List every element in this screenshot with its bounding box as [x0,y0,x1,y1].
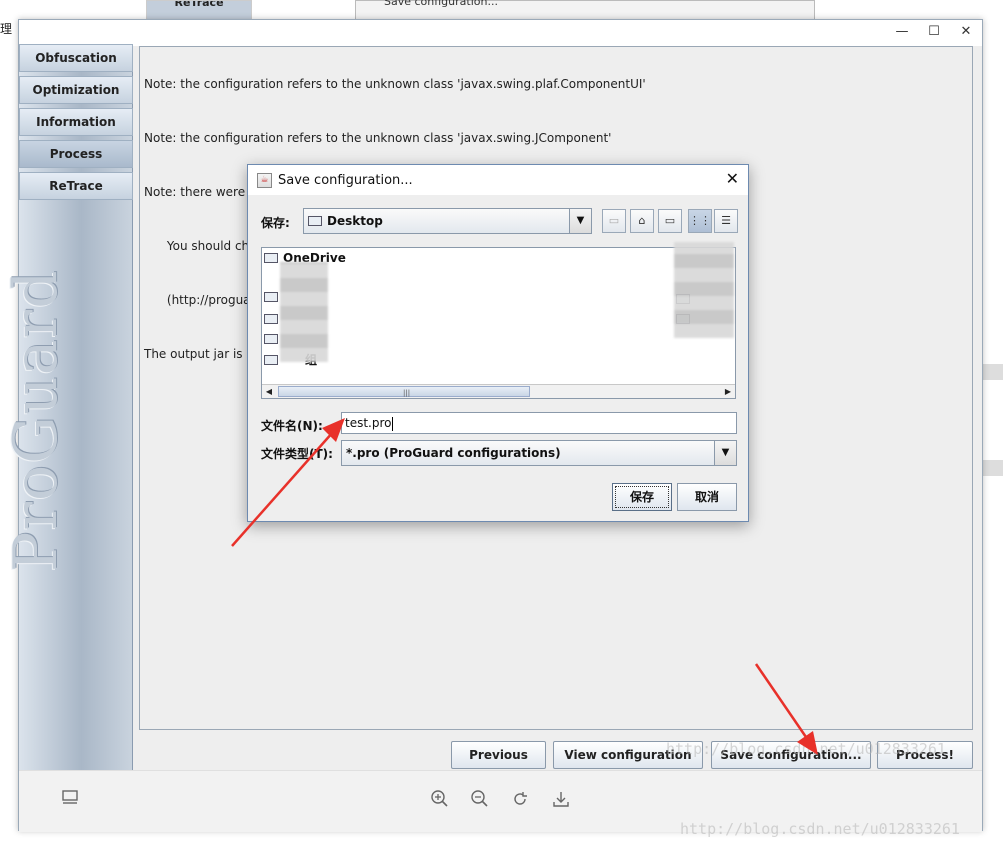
folder-icon [264,354,278,365]
nav-process[interactable]: Process [19,140,133,168]
up-folder-icon[interactable]: ▭ [602,209,626,233]
folder-icon [264,291,278,302]
cancel-button[interactable]: 取消 [677,483,737,511]
location-value: Desktop [327,214,383,228]
filetype-value: *.pro (ProGuard configurations) [346,446,561,460]
folder-icon [264,252,278,263]
background-scroll-fragment [983,364,1003,380]
filename-label: 文件名(N): [261,419,323,433]
details-view-icon[interactable]: ☰ [714,209,738,233]
previous-button[interactable]: Previous [451,741,546,769]
filename-value: test.pro [345,416,392,430]
new-folder-icon[interactable]: ▭ [658,209,682,233]
save-button[interactable]: 保存 [612,483,672,511]
proguard-logo: ProGuard [1,269,71,572]
folder-icon [264,333,278,344]
background-scroll-fragment [983,460,1003,476]
save-dialog: ☕ Save configuration... ✕ 保存: Desktop ▼ … [247,164,749,522]
horizontal-scrollbar[interactable]: ◀ ||| ▶ [262,384,735,398]
dialog-title: Save configuration... [278,173,413,188]
watermark: http://blog.csdn.net/u012833261 [680,820,960,838]
nav-optimization[interactable]: Optimization [19,76,133,104]
zoom-in-icon[interactable] [429,789,451,811]
download-icon[interactable] [550,789,572,811]
close-button[interactable]: ✕ [951,24,981,42]
watermark: http://blog.csdn.net/u012833261 [666,740,946,758]
maximize-button[interactable]: ☐ [919,24,949,42]
sidebar: Obfuscation Optimization Information Pro… [1,44,133,770]
home-icon[interactable]: ⌂ [630,209,654,233]
location-combo[interactable]: Desktop ▼ [303,208,592,234]
filetype-label: 文件类型(T): [261,447,333,461]
minimize-button[interactable]: — [887,24,917,42]
dialog-close-button[interactable]: ✕ [726,169,739,188]
nav-retrace[interactable]: ReTrace [19,172,133,200]
log-line: Note: the configuration refers to the un… [144,131,612,145]
save-in-label: 保存: [261,216,290,230]
filename-input[interactable]: test.pro [341,412,737,434]
log-line: Note: the configuration refers to the un… [144,77,646,91]
folder-icon [308,215,322,226]
file-list[interactable]: OneDrive 组 ◀ ||| ▶ [261,242,736,399]
rotate-icon[interactable] [509,789,531,811]
list-view-icon[interactable]: ⋮⋮ [688,209,712,233]
redacted-area [674,242,734,338]
redacted-area [280,262,328,362]
scrollbar-thumb[interactable]: ||| [278,386,530,397]
background-save-dialog-title: Save configuration... [384,0,498,8]
nav-obfuscation[interactable]: Obfuscation [19,44,133,72]
chevron-down-icon[interactable]: ▼ [569,209,591,233]
nav-information[interactable]: Information [19,108,133,136]
filetype-combo[interactable]: *.pro (ProGuard configurations) ▼ [341,440,737,466]
java-icon: ☕ [257,173,272,188]
chevron-down-icon[interactable]: ▼ [714,441,736,465]
screen: 理 ReTrace Save configuration... × — ☐ ✕ … [0,0,1003,850]
zoom-out-icon[interactable] [469,789,491,811]
scroll-right-icon[interactable]: ▶ [721,386,735,398]
dialog-titlebar: ☕ Save configuration... ✕ [248,165,748,195]
background-text: 理 [0,22,13,36]
screen-icon[interactable] [59,789,81,811]
scroll-left-icon[interactable]: ◀ [262,386,276,398]
folder-icon [264,313,278,324]
